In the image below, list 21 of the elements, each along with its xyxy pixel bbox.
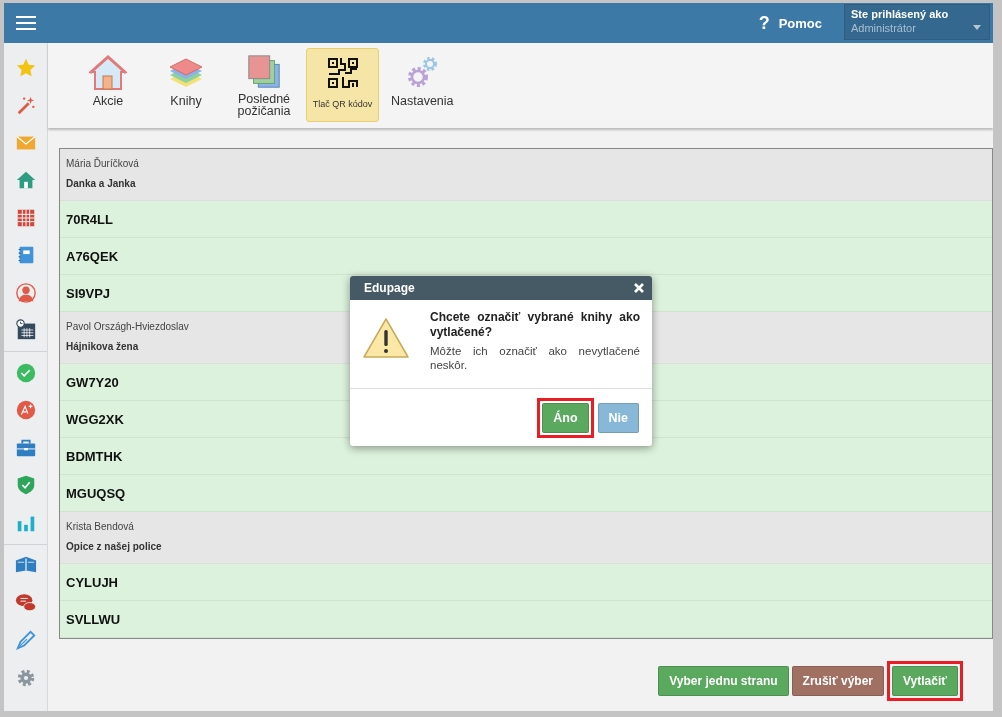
help-icon: ? bbox=[758, 12, 770, 34]
user-label: Ste prihlásený ako bbox=[851, 8, 950, 20]
book-code: SI9VPJ bbox=[66, 285, 111, 301]
book-title: Danka a Janka bbox=[66, 178, 136, 189]
book-code: GW7Y20 bbox=[66, 374, 119, 390]
dialog-title: Edupage bbox=[364, 281, 415, 295]
book-code: BDMTHK bbox=[66, 448, 123, 464]
user-name: Administrátor bbox=[851, 22, 917, 34]
book-author: Pavol Országh-Hviezdoslav bbox=[66, 321, 189, 332]
dialog-note: Môžte ich označiť ako nevytlačené neskôr. bbox=[430, 344, 640, 372]
book-code: CYLUJH bbox=[66, 574, 118, 590]
book-code: SVLLWU bbox=[66, 611, 121, 627]
book-author: Mária Ďuríčková bbox=[66, 158, 139, 169]
book-code: WGG2XK bbox=[66, 411, 124, 427]
book-author: Krista Bendová bbox=[66, 521, 134, 532]
book-code: A76QEK bbox=[66, 248, 119, 264]
book-title: Hájnikova žena bbox=[66, 341, 139, 352]
dialog-question: Chcete označiť vybrané knihy ako vytlačené? bbox=[430, 310, 640, 340]
book-code: 70R4LL bbox=[66, 211, 113, 227]
book-code: MGUQSQ bbox=[66, 485, 126, 501]
book-title: Opice z našej police bbox=[66, 541, 162, 552]
